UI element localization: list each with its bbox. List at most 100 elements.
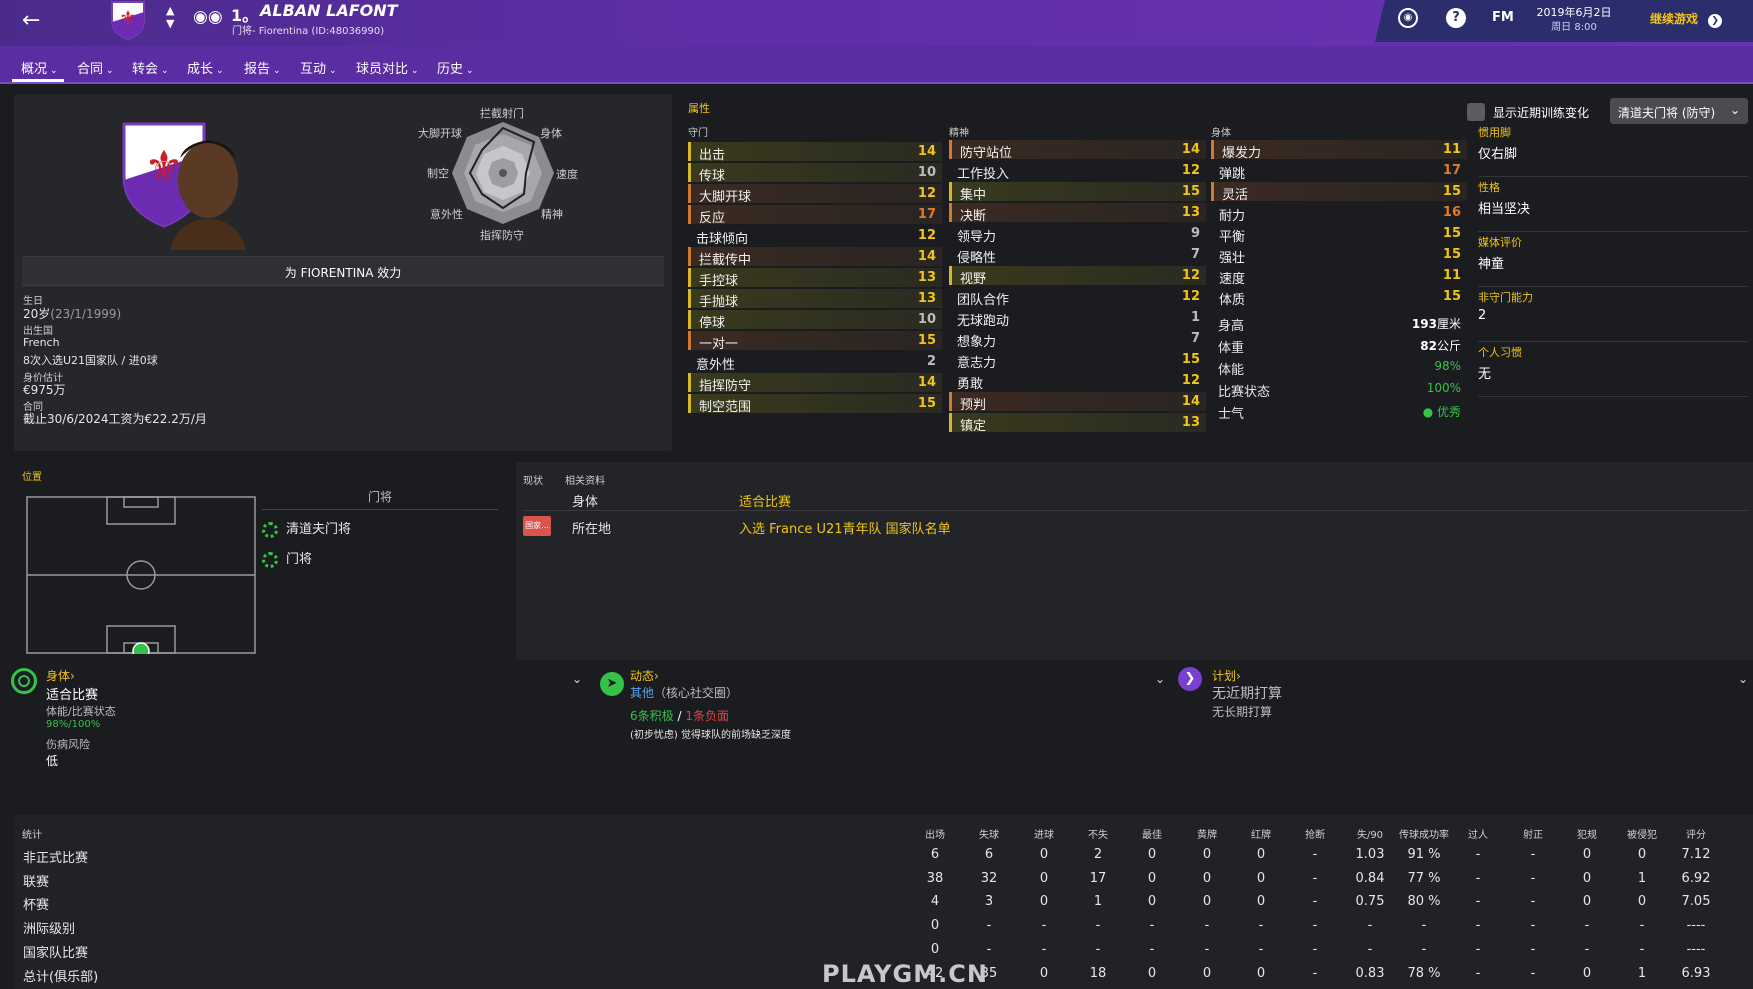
plans-card-title[interactable]: 计划› [1212, 667, 1241, 684]
goalkeeping-attr-row[interactable]: 传球 10 [688, 163, 942, 184]
stats-header[interactable]: 评分 [1670, 826, 1722, 841]
tab-reports[interactable]: 报告 ⌄ [244, 58, 281, 77]
mental-attr-row[interactable]: 想象力 7 [949, 329, 1206, 350]
stats-cell: 0 [930, 918, 940, 934]
continue-label: 继续游戏 [1650, 12, 1699, 26]
dynamics-card-expand[interactable]: ⌄ [1155, 672, 1165, 686]
group-name[interactable]: 其他 [630, 686, 654, 700]
mental-attr-row[interactable]: 预判 14 [949, 392, 1206, 413]
mental-attr-row[interactable]: 视野 12 [949, 266, 1206, 287]
stats-header[interactable]: 射正 [1507, 826, 1559, 841]
stats-header[interactable]: 进球 [1018, 826, 1070, 841]
stats-cell: 6.92 [1681, 870, 1711, 886]
chevron-right-icon: › [654, 669, 659, 683]
stats-cell: - [1475, 847, 1481, 862]
tab-overview[interactable]: 概况 ⌄ [21, 58, 58, 77]
stats-header[interactable]: 出场 [909, 826, 961, 841]
mental-attr-row[interactable]: 防守站位 14 [949, 140, 1206, 161]
goalkeeping-attr-row[interactable]: 手控球 13 [688, 268, 942, 289]
stats-cell: 78 % [1407, 965, 1441, 981]
scout-binoculars-icon[interactable]: ◉◉ [193, 7, 223, 27]
dynamics-card-title[interactable]: 动态› [630, 667, 659, 684]
training-toggle[interactable] [1467, 103, 1485, 121]
mental-attr-row[interactable]: 领导力 9 [949, 224, 1206, 245]
stats-header[interactable]: 过人 [1452, 826, 1504, 841]
physical-attr-row[interactable]: 体质 15 [1211, 287, 1467, 308]
attr-value: 13 [917, 270, 936, 285]
stats-header[interactable]: 失/90 [1344, 826, 1396, 841]
goalkeeping-attr-row[interactable]: 拦截传中 14 [688, 247, 942, 268]
mental-attr-row[interactable]: 无球跑动 1 [949, 308, 1206, 329]
goalkeeping-attr-row[interactable]: 制空范围 15 [688, 394, 942, 415]
goalkeeping-attr-row[interactable]: 一对一 15 [688, 331, 942, 352]
mental-attr-row[interactable]: 决断 13 [949, 203, 1206, 224]
role-select[interactable]: 清道夫门将 (防守) ⌄ [1610, 98, 1748, 124]
age: 20岁 [23, 307, 51, 321]
mental-attr-row[interactable]: 工作投入 12 [949, 161, 1206, 182]
goalkeeping-attr-row[interactable]: 手抛球 13 [688, 289, 942, 310]
prev-next-arrows[interactable]: ▲ ▼ [166, 4, 174, 30]
stats-cell: - [1095, 941, 1101, 957]
physical-attr-row[interactable]: 弹跳 17 [1211, 161, 1467, 182]
goalkeeping-attr-row[interactable]: 停球 10 [688, 310, 942, 331]
stats-header[interactable]: 最佳 [1126, 826, 1178, 841]
stats-header[interactable]: 传球成功率 [1398, 826, 1450, 841]
mental-attr-row[interactable]: 镇定 13 [949, 413, 1206, 434]
tab-history[interactable]: 历史 ⌄ [437, 58, 474, 77]
plans-card-expand[interactable]: ⌄ [1738, 672, 1748, 686]
tab-interaction[interactable]: 互动 ⌄ [300, 58, 337, 77]
stats-header[interactable]: 犯规 [1561, 826, 1613, 841]
physical-attr-row[interactable]: 爆发力 11 [1211, 140, 1467, 161]
stats-header[interactable]: 不失 [1072, 826, 1124, 841]
stats-row[interactable]: 联赛 38 32 0 17 0 0 0 - 0.84 77 % - - 0 1 6.92 [18, 869, 1738, 891]
mental-attr-row[interactable]: 意志力 15 [949, 350, 1206, 371]
stats-row[interactable]: 非正式比赛 6 6 0 2 0 0 0 - 1.03 91 % - - 0 0 7.12 [18, 845, 1738, 867]
mental-attr-row[interactable]: 团队合作 12 [949, 287, 1206, 308]
stats-cell: 38 [926, 870, 944, 886]
mental-attr-row[interactable]: 集中 15 [949, 182, 1206, 203]
physical-attr-row[interactable]: 平衡 15 [1211, 224, 1467, 245]
goalkeeping-attr-row[interactable]: 意外性 2 [688, 352, 942, 373]
stats-header[interactable]: 被侵犯 [1616, 826, 1668, 841]
physical-attr-row[interactable]: 灵活 15 [1211, 182, 1467, 203]
stats-header[interactable]: 红牌 [1235, 826, 1287, 841]
physical-attr-row[interactable]: 强壮 15 [1211, 245, 1467, 266]
physical-attr-row[interactable]: 速度 11 [1211, 266, 1467, 287]
physical-attr-row[interactable]: 耐力 16 [1211, 203, 1467, 224]
globe-icon[interactable]: ◉ [1398, 8, 1418, 28]
mental-attr-row[interactable]: 勇敢 12 [949, 371, 1206, 392]
tab-transfer[interactable]: 转会 ⌄ [132, 58, 169, 77]
stats-cell: - [1149, 941, 1155, 957]
goalkeeping-attr-row[interactable]: 大脚开球 12 [688, 184, 942, 205]
tab-compare[interactable]: 球员对比 ⌄ [356, 58, 419, 77]
physical-card-expand[interactable]: ⌄ [572, 672, 582, 686]
goalkeeping-attr-row[interactable]: 指挥防守 14 [688, 373, 942, 394]
stats-row[interactable]: 杯赛 4 3 0 1 0 0 0 - 0.75 80 % - - 0 0 7.05 [18, 892, 1738, 914]
physical-card-title[interactable]: 身体› [46, 667, 75, 684]
attr-name: 一对一 [699, 337, 739, 352]
status-tab-current[interactable]: 现状 [523, 472, 543, 487]
status-row-physical-value[interactable]: 适合比赛 [739, 491, 791, 510]
goalkeeping-attr-row[interactable]: 出击 14 [688, 142, 942, 163]
mental-attr-row[interactable]: 侵略性 7 [949, 245, 1206, 266]
goalkeeping-attr-row[interactable]: 击球倾向 12 [688, 226, 942, 247]
fm-logo[interactable]: FM [1492, 10, 1514, 25]
continue-button[interactable]: 继续游戏 ❯ [1650, 10, 1723, 28]
stats-header[interactable]: 抢断 [1289, 826, 1341, 841]
stats-row-label: 非正式比赛 [23, 851, 89, 866]
back-button[interactable]: ← [22, 8, 40, 33]
goalkeeping-attr-row[interactable]: 反应 17 [688, 205, 942, 226]
help-icon[interactable]: ? [1446, 8, 1466, 28]
status-row-location-value[interactable]: 入选 France U21青年队 国家队名单 [739, 518, 951, 537]
tab-development[interactable]: 成长 ⌄ [187, 58, 224, 77]
attr-value: 14 [1181, 142, 1200, 157]
attr-value: 13 [1181, 415, 1200, 430]
stats-row[interactable]: 国家队比赛 0- - - - - - - - - - - - - ---- [18, 940, 1738, 962]
tab-contract[interactable]: 合同 ⌄ [77, 58, 114, 77]
stats-header[interactable]: 黄牌 [1181, 826, 1233, 841]
stats-row-label: 国家队比赛 [23, 945, 89, 961]
stats-cell: 1.03 [1355, 847, 1385, 862]
stats-header[interactable]: 失球 [963, 826, 1015, 841]
stats-row[interactable]: 洲际级别 0- - - - - - - - - - - - - ---- [18, 916, 1738, 938]
status-tab-related[interactable]: 相关资料 [565, 472, 605, 487]
